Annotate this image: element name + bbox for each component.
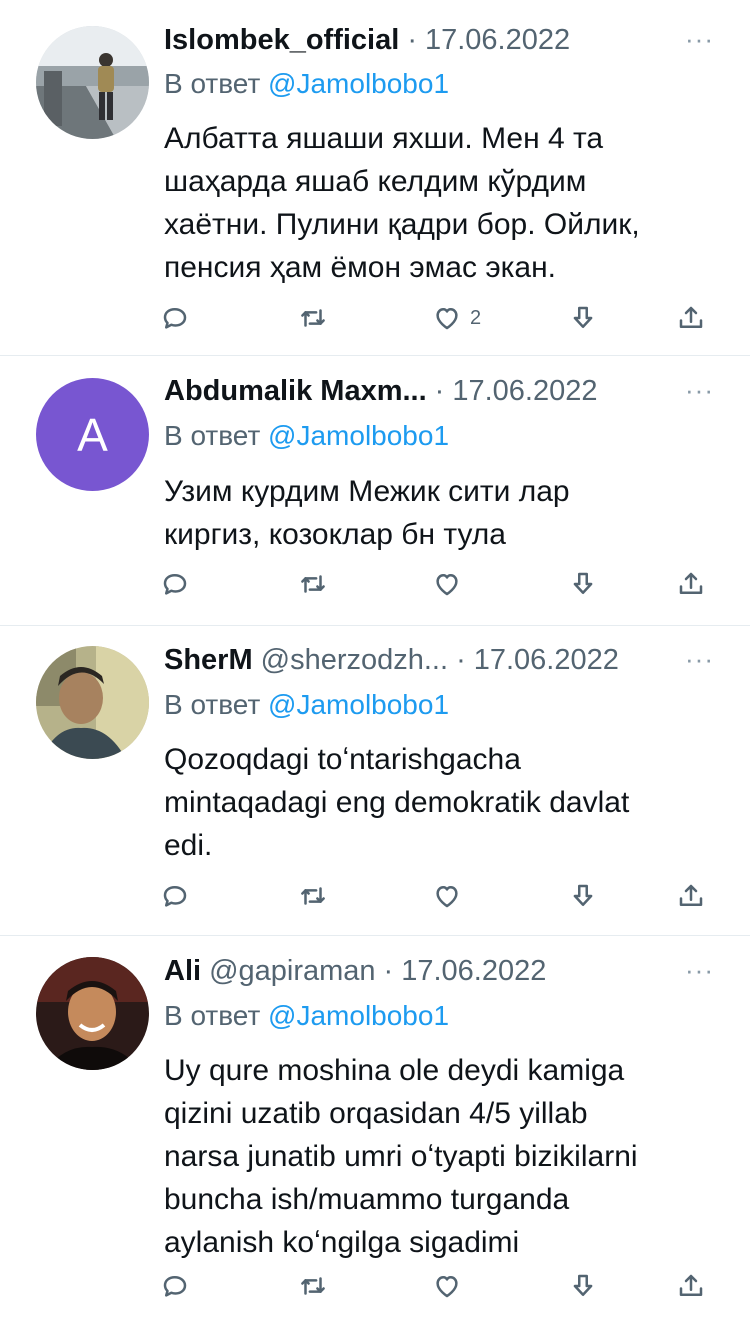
reply-icon[interactable] xyxy=(160,564,190,604)
tweet-date[interactable]: 17.06.2022 xyxy=(401,955,546,988)
avatar[interactable] xyxy=(36,646,149,759)
tweet-text: Uy qure moshina ole deydi kamiga qizini … xyxy=(164,1054,638,1259)
reply-icon[interactable] xyxy=(160,1266,190,1306)
display-name[interactable]: SherM xyxy=(164,644,253,677)
tweet-actions xyxy=(160,564,720,604)
retweet-icon[interactable] xyxy=(298,876,328,916)
more-icon[interactable]: ··· xyxy=(685,955,714,986)
reply-context: В ответ @Jamolbobo1 xyxy=(164,68,450,99)
reply-mention-link[interactable]: @Jamolbobo1 xyxy=(268,68,449,99)
more-icon[interactable]: ··· xyxy=(685,375,714,406)
more-icon[interactable]: ··· xyxy=(685,24,714,55)
avatar[interactable] xyxy=(36,957,149,1070)
avatar-letter: A xyxy=(77,408,108,461)
reply-context: В ответ @Jamolbobo1 xyxy=(164,420,450,451)
tweet-date[interactable]: 17.06.2022 xyxy=(425,24,570,57)
tweet-date[interactable]: 17.06.2022 xyxy=(452,375,597,408)
user-handle[interactable]: @gapiraman xyxy=(209,955,375,988)
reply-mention-link[interactable]: @Jamolbobo1 xyxy=(268,689,449,720)
reply-icon[interactable] xyxy=(160,298,190,338)
tweet[interactable]: Ali @gapiraman · 17.06.2022 ··· В ответ … xyxy=(0,936,750,1324)
more-icon[interactable]: ··· xyxy=(685,644,714,675)
tweet-date[interactable]: 17.06.2022 xyxy=(474,644,619,677)
reply-mention-link[interactable]: @Jamolbobo1 xyxy=(268,1000,449,1031)
tweet-text: Qozoqdagi toʻntarishgacha mintaqadagi en… xyxy=(164,743,630,862)
share-icon[interactable] xyxy=(676,298,706,338)
user-handle[interactable]: @sherzodzh... xyxy=(261,644,448,677)
tweet-actions: 2 xyxy=(160,298,720,338)
tweet[interactable]: Islombek_official · 17.06.2022 ··· В отв… xyxy=(0,0,750,356)
share-icon[interactable] xyxy=(676,1266,706,1306)
tweet-text: Узим курдим Межик сити лар киргиз, козок… xyxy=(164,475,570,551)
tweet[interactable]: SherM @sherzodzh... · 17.06.2022 ··· В о… xyxy=(0,626,750,936)
reply-mention-link[interactable]: @Jamolbobo1 xyxy=(268,420,449,451)
display-name[interactable]: Islombek_official xyxy=(164,24,399,57)
retweet-icon[interactable] xyxy=(298,298,328,338)
like-icon[interactable] xyxy=(432,564,462,604)
like-icon[interactable]: 2 xyxy=(432,298,481,338)
download-icon[interactable] xyxy=(568,1266,598,1306)
tweet[interactable]: A Abdumalik Maxm... · 17.06.2022 ··· В о… xyxy=(0,356,750,626)
like-icon[interactable] xyxy=(432,876,462,916)
avatar[interactable] xyxy=(36,26,149,139)
display-name[interactable]: Ali xyxy=(164,955,201,988)
tweet-actions xyxy=(160,1266,720,1306)
tweet-text: Албатта яшаши яхши. Мен 4 та шаҳарда яша… xyxy=(164,122,640,284)
download-icon[interactable] xyxy=(568,564,598,604)
reply-icon[interactable] xyxy=(160,876,190,916)
retweet-icon[interactable] xyxy=(298,1266,328,1306)
reply-context: В ответ @Jamolbobo1 xyxy=(164,1000,450,1031)
like-count: 2 xyxy=(470,306,482,329)
share-icon[interactable] xyxy=(676,876,706,916)
tweet-actions xyxy=(160,876,720,916)
download-icon[interactable] xyxy=(568,298,598,338)
reply-context: В ответ @Jamolbobo1 xyxy=(164,689,450,720)
download-icon[interactable] xyxy=(568,876,598,916)
share-icon[interactable] xyxy=(676,564,706,604)
like-icon[interactable] xyxy=(432,1266,462,1306)
avatar[interactable]: A xyxy=(36,378,149,491)
display-name[interactable]: Abdumalik Maxm... xyxy=(164,375,427,408)
retweet-icon[interactable] xyxy=(298,564,328,604)
